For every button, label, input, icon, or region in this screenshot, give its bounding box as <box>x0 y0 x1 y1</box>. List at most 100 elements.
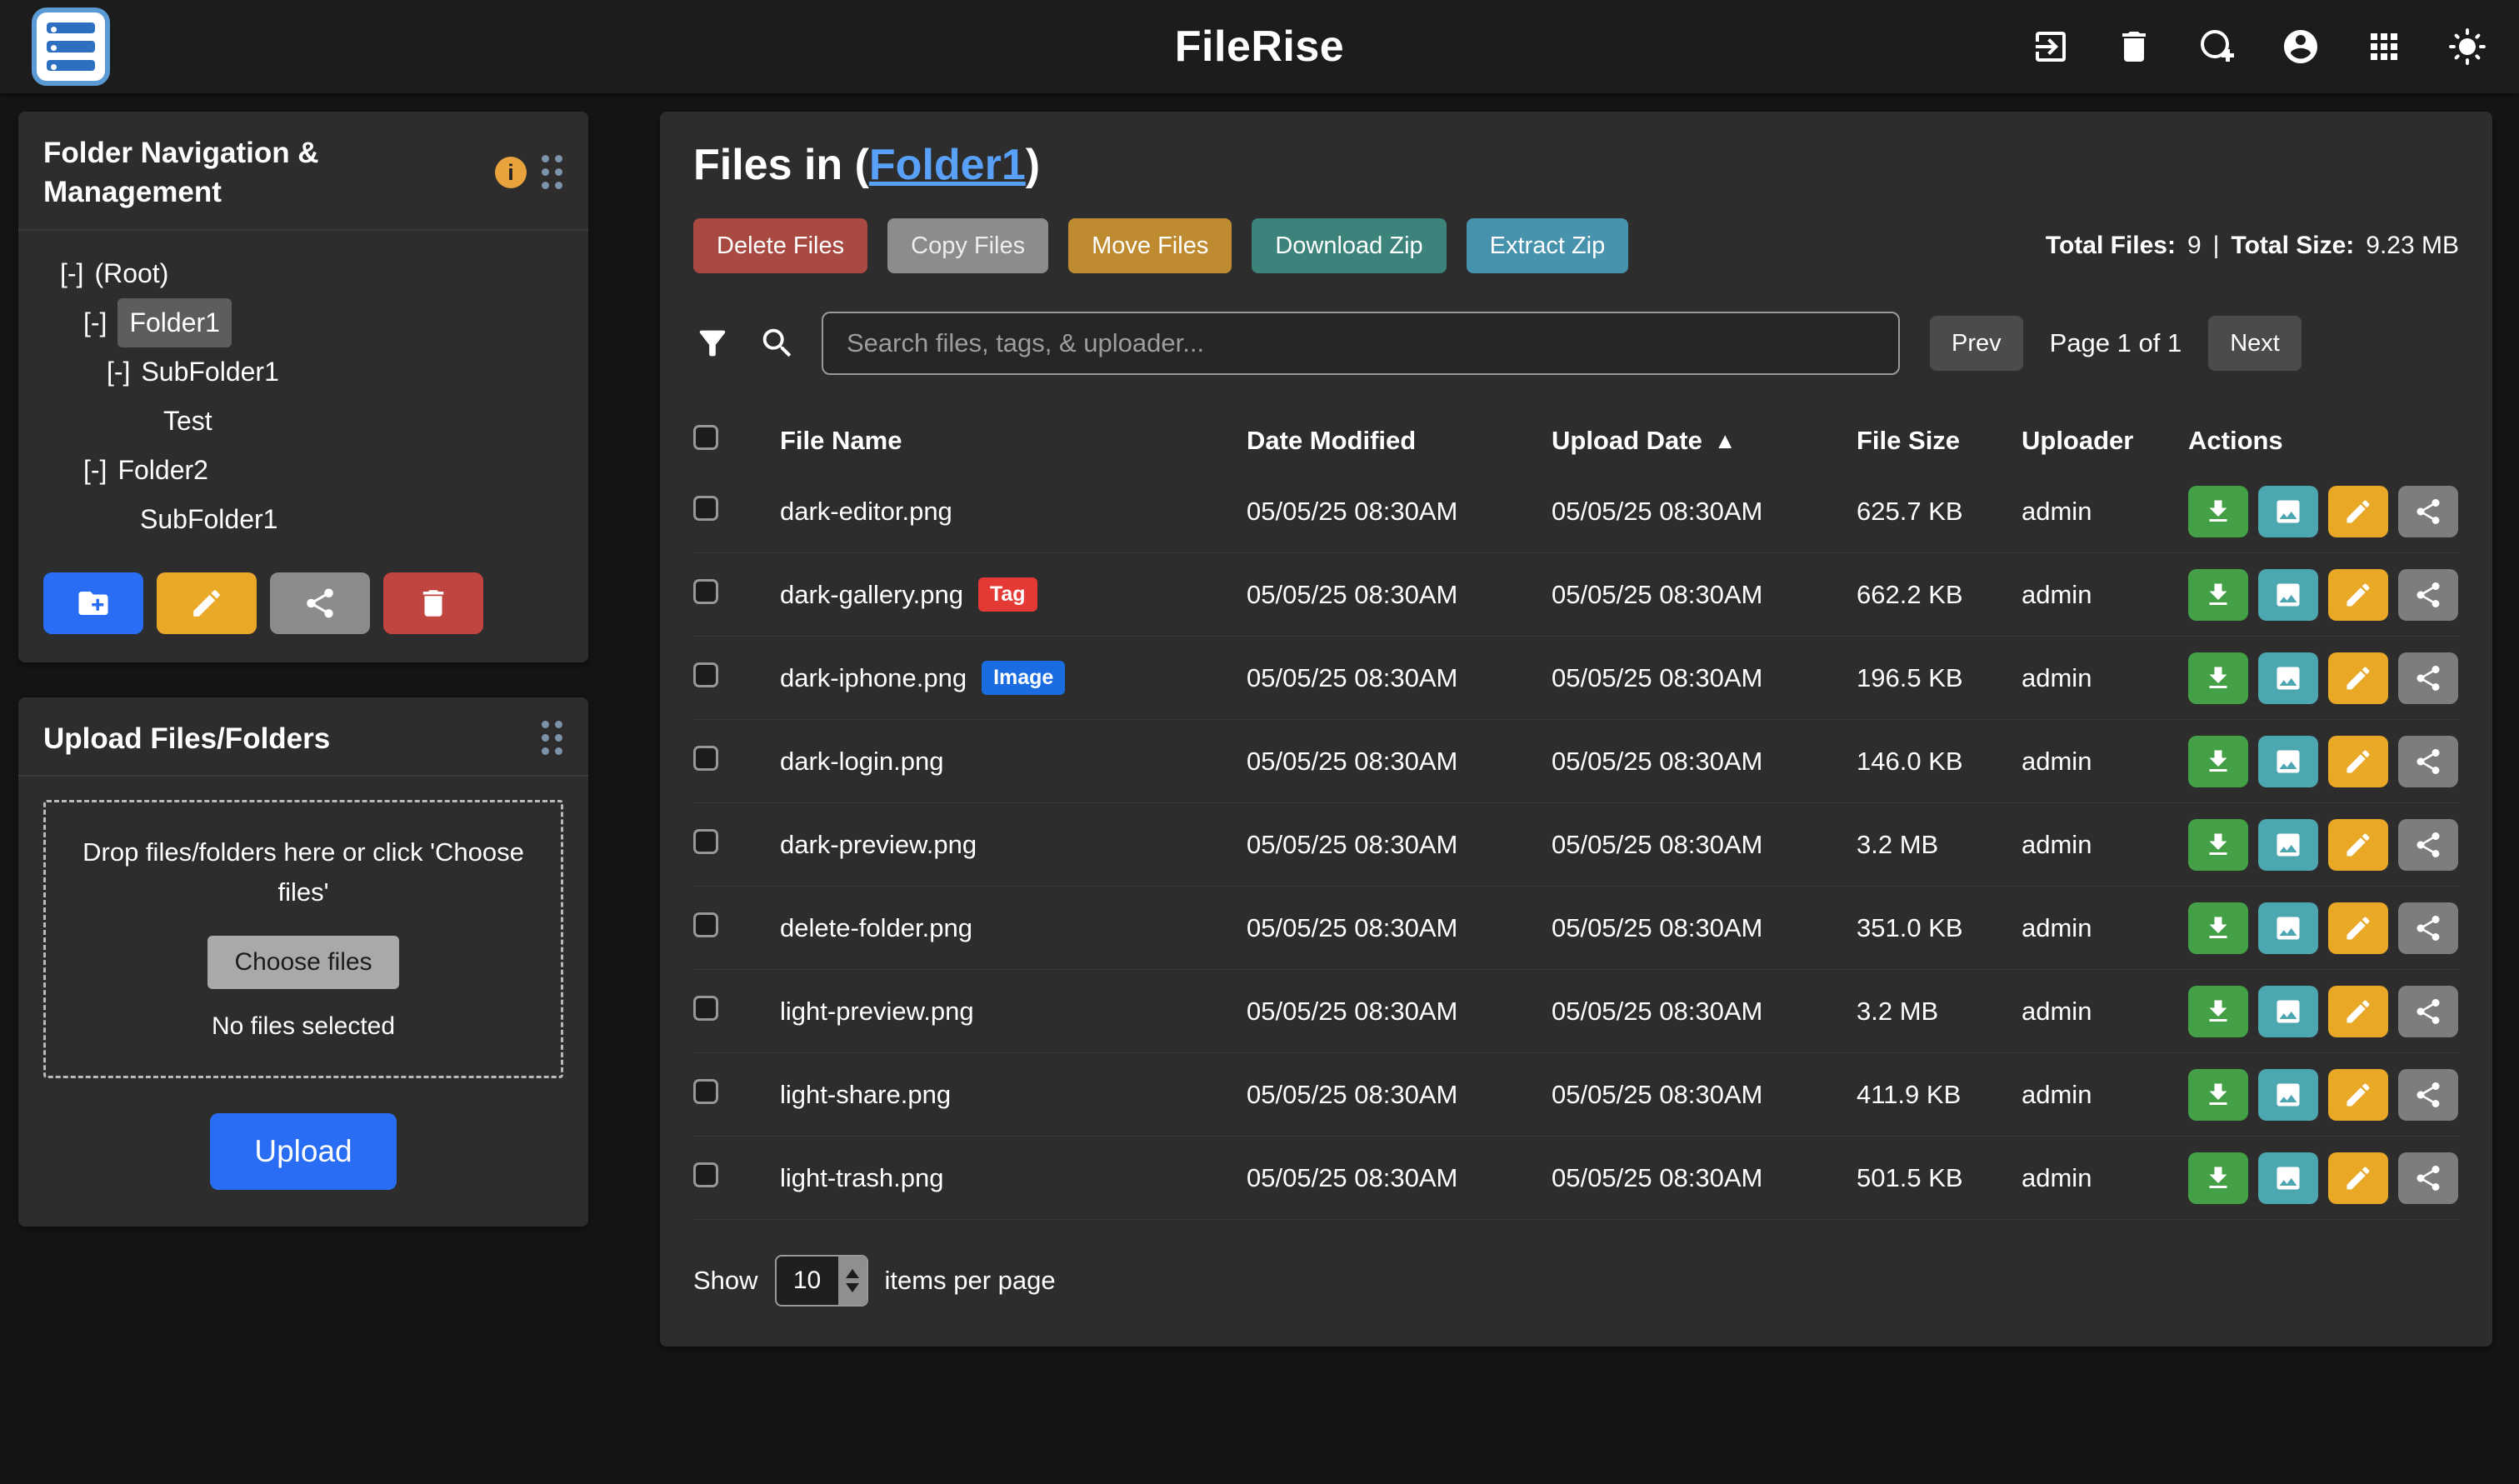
stepper-arrows-icon[interactable] <box>838 1257 867 1305</box>
copy-files-button[interactable]: Copy Files <box>887 218 1048 273</box>
folder-tree-item[interactable]: [-] (Root) <box>43 249 563 298</box>
download-button[interactable] <box>2188 652 2248 704</box>
folder-tree-item[interactable]: [-] SubFolder1 <box>43 347 563 397</box>
row-checkbox[interactable] <box>693 579 718 604</box>
row-checkbox[interactable] <box>693 496 718 521</box>
rename-button[interactable] <box>2328 486 2388 537</box>
profile-icon[interactable] <box>2281 27 2321 67</box>
delete-folder-button[interactable] <box>383 572 483 634</box>
tree-folder-label[interactable]: Test <box>163 397 212 446</box>
preview-button[interactable] <box>2258 986 2318 1037</box>
preview-button[interactable] <box>2258 1152 2318 1204</box>
file-name[interactable]: light-trash.png <box>780 1163 943 1193</box>
rename-button[interactable] <box>2328 986 2388 1037</box>
preview-button[interactable] <box>2258 902 2318 954</box>
logout-icon[interactable] <box>2031 27 2071 67</box>
rename-button[interactable] <box>2328 652 2388 704</box>
current-folder-link[interactable]: Folder1 <box>869 141 1026 189</box>
share-button[interactable] <box>2398 1152 2458 1204</box>
share-button[interactable] <box>2398 986 2458 1037</box>
create-folder-button[interactable] <box>43 572 143 634</box>
rename-button[interactable] <box>2328 902 2388 954</box>
row-checkbox[interactable] <box>693 1079 718 1104</box>
items-per-page-select[interactable]: 10 <box>775 1255 868 1307</box>
preview-button[interactable] <box>2258 652 2318 704</box>
row-checkbox[interactable] <box>693 746 718 771</box>
file-name[interactable]: delete-folder.png <box>780 913 972 943</box>
file-name[interactable]: dark-iphone.png <box>780 663 967 693</box>
prev-page-button[interactable]: Prev <box>1930 316 2023 371</box>
tree-toggle[interactable]: [-] <box>83 446 107 495</box>
trash-icon[interactable] <box>2114 27 2154 67</box>
file-name[interactable]: light-share.png <box>780 1080 951 1110</box>
download-button[interactable] <box>2188 819 2248 871</box>
tree-folder-label[interactable]: SubFolder1 <box>141 347 278 397</box>
app-logo-icon[interactable] <box>32 7 110 86</box>
tree-folder-label[interactable]: SubFolder1 <box>140 495 277 544</box>
share-button[interactable] <box>2398 1069 2458 1121</box>
filter-icon[interactable] <box>693 324 732 362</box>
preview-button[interactable] <box>2258 736 2318 787</box>
add-user-icon[interactable] <box>2197 27 2237 67</box>
info-icon[interactable] <box>495 157 527 188</box>
preview-button[interactable] <box>2258 569 2318 621</box>
choose-files-button[interactable]: Choose files <box>207 936 398 989</box>
download-zip-button[interactable]: Download Zip <box>1252 218 1446 273</box>
rename-button[interactable] <box>2328 569 2388 621</box>
preview-button[interactable] <box>2258 819 2318 871</box>
folder-tree-item[interactable]: [-] Folder1 <box>43 298 563 347</box>
row-checkbox[interactable] <box>693 1162 718 1187</box>
preview-button[interactable] <box>2258 1069 2318 1121</box>
grid-view-icon[interactable] <box>2364 27 2404 67</box>
row-checkbox[interactable] <box>693 662 718 687</box>
share-button[interactable] <box>2398 569 2458 621</box>
next-page-button[interactable]: Next <box>2208 316 2302 371</box>
folder-tree-item[interactable]: [-] Folder2 <box>43 446 563 495</box>
download-button[interactable] <box>2188 486 2248 537</box>
folder-tree-item[interactable]: Test <box>43 397 563 446</box>
share-button[interactable] <box>2398 902 2458 954</box>
download-button[interactable] <box>2188 569 2248 621</box>
drag-handle-icon[interactable] <box>542 721 563 756</box>
share-button[interactable] <box>2398 486 2458 537</box>
download-button[interactable] <box>2188 736 2248 787</box>
row-checkbox[interactable] <box>693 912 718 937</box>
move-files-button[interactable]: Move Files <box>1068 218 1232 273</box>
row-checkbox[interactable] <box>693 996 718 1021</box>
delete-files-button[interactable]: Delete Files <box>693 218 867 273</box>
search-input[interactable] <box>822 312 1900 375</box>
header-file-size[interactable]: File Size <box>1857 426 2022 456</box>
drag-handle-icon[interactable] <box>542 155 563 190</box>
rename-button[interactable] <box>2328 736 2388 787</box>
file-name[interactable]: dark-gallery.png <box>780 580 963 610</box>
row-checkbox[interactable] <box>693 829 718 854</box>
tree-folder-label[interactable]: Folder1 <box>117 298 232 347</box>
preview-button[interactable] <box>2258 486 2318 537</box>
file-name[interactable]: dark-editor.png <box>780 497 952 527</box>
download-button[interactable] <box>2188 986 2248 1037</box>
tree-folder-label[interactable]: (Root) <box>94 249 168 298</box>
extract-zip-button[interactable]: Extract Zip <box>1467 218 1629 273</box>
header-date-modified[interactable]: Date Modified <box>1247 426 1552 456</box>
upload-button[interactable]: Upload <box>210 1113 397 1190</box>
search-icon[interactable] <box>758 324 797 362</box>
tree-toggle[interactable]: [-] <box>60 249 83 298</box>
header-uploader[interactable]: Uploader <box>2022 426 2188 456</box>
header-file-name[interactable]: File Name <box>780 426 1247 456</box>
header-upload-date[interactable]: Upload Date ▲ <box>1552 426 1857 456</box>
rename-button[interactable] <box>2328 819 2388 871</box>
folder-tree-item[interactable]: SubFolder1 <box>43 495 563 544</box>
share-button[interactable] <box>2398 652 2458 704</box>
file-name[interactable]: light-preview.png <box>780 997 974 1027</box>
download-button[interactable] <box>2188 1152 2248 1204</box>
theme-toggle-icon[interactable] <box>2447 27 2487 67</box>
share-folder-button[interactable] <box>270 572 370 634</box>
tree-folder-label[interactable]: Folder2 <box>117 446 208 495</box>
rename-button[interactable] <box>2328 1152 2388 1204</box>
rename-button[interactable] <box>2328 1069 2388 1121</box>
share-button[interactable] <box>2398 819 2458 871</box>
file-name[interactable]: dark-preview.png <box>780 830 977 860</box>
file-name[interactable]: dark-login.png <box>780 747 943 777</box>
share-button[interactable] <box>2398 736 2458 787</box>
download-button[interactable] <box>2188 902 2248 954</box>
